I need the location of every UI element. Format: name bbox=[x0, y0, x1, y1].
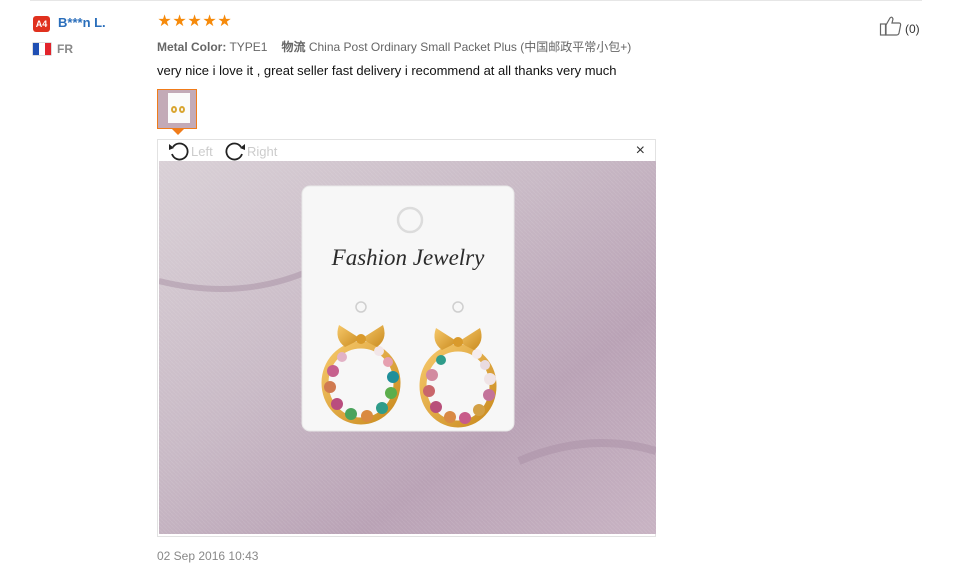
rotate-right-label: Right bbox=[247, 143, 278, 159]
reviewer-name: B***n L. bbox=[58, 15, 106, 30]
review-date: 02 Sep 2016 10:43 bbox=[157, 549, 259, 563]
attribute-label: 物流 bbox=[281, 40, 306, 54]
review-divider bbox=[30, 0, 922, 1]
viewer-toolbar: Left Right × bbox=[158, 140, 655, 161]
review-photo-thumbnail[interactable] bbox=[157, 89, 197, 129]
star-icon: ★ bbox=[157, 13, 172, 30]
rotate-right-button[interactable]: Right bbox=[224, 141, 277, 161]
thumbs-up-icon bbox=[879, 15, 903, 42]
review-photo: Fashion Jewelry bbox=[159, 161, 656, 534]
star-icon: ★ bbox=[172, 13, 187, 30]
photo-viewer: Left Right × Fashion Jewelry bbox=[157, 139, 656, 537]
star-rating: ★ ★ ★ ★ ★ bbox=[157, 13, 232, 31]
helpful-count: (0) bbox=[905, 21, 920, 36]
card-print-text: Fashion Jewelry bbox=[331, 245, 485, 270]
close-viewer-button[interactable]: × bbox=[636, 143, 645, 159]
helpful-button[interactable]: (0) bbox=[879, 15, 920, 42]
star-icon: ★ bbox=[202, 13, 217, 30]
rotate-right-icon bbox=[224, 141, 246, 161]
attribute-value: TYPE1 bbox=[229, 40, 268, 54]
country-flag-icon bbox=[33, 43, 51, 55]
rotate-left-icon bbox=[168, 141, 190, 161]
star-icon: ★ bbox=[217, 13, 232, 30]
attribute-value: China Post Ordinary Small Packet Plus (中… bbox=[308, 40, 632, 54]
buyer-level-badge: A4 bbox=[33, 16, 50, 32]
thumbnail-pointer-icon bbox=[172, 129, 184, 135]
reviewer-country: FR bbox=[57, 42, 73, 56]
order-attributes: Metal Color: TYPE1 物流 China Post Ordinary… bbox=[157, 38, 631, 55]
attribute-label: Metal Color: bbox=[157, 40, 227, 54]
rotate-left-button[interactable]: Left bbox=[168, 141, 213, 161]
star-icon: ★ bbox=[187, 13, 202, 30]
rotate-left-label: Left bbox=[191, 143, 213, 159]
review-text: very nice i love it , great seller fast … bbox=[157, 63, 617, 78]
